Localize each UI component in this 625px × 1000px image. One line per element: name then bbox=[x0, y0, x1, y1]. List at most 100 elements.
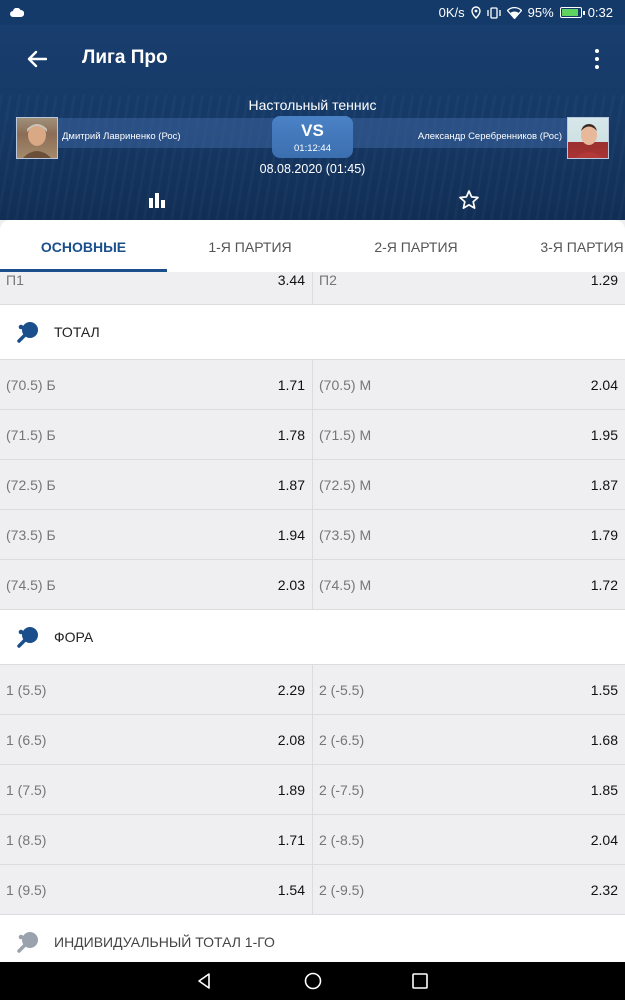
odds-cell[interactable]: (74.5) Б 2.03 bbox=[0, 560, 312, 609]
tab-set-2[interactable]: 2-Я ПАРТИЯ bbox=[333, 220, 499, 272]
nav-home-icon[interactable] bbox=[303, 971, 323, 991]
odds-cell[interactable]: (71.5) Б 1.78 bbox=[0, 410, 312, 459]
odds-label: 1 (5.5) bbox=[6, 681, 47, 698]
odds-row: 1 (9.5) 1.54 2 (-9.5) 2.32 bbox=[0, 865, 625, 915]
odds-cell[interactable]: 1 (6.5) 2.08 bbox=[0, 715, 312, 764]
page-title: Лига Про bbox=[82, 47, 168, 68]
odds-label: (72.5) Б bbox=[6, 476, 56, 493]
location-icon bbox=[470, 6, 481, 19]
odds-value: 1.94 bbox=[277, 526, 305, 543]
odds-value: 2.08 bbox=[277, 731, 305, 748]
nav-back-icon[interactable] bbox=[195, 971, 215, 991]
odds-cell[interactable]: (70.5) Б 1.71 bbox=[0, 360, 312, 409]
odds-label: (71.5) Б bbox=[6, 426, 56, 443]
match-timer: 01:12:44 bbox=[294, 143, 331, 154]
vibrate-icon bbox=[487, 6, 501, 19]
more-vert-icon[interactable] bbox=[591, 47, 603, 71]
odds-value: 2.04 bbox=[590, 831, 618, 848]
odds-cell[interactable]: (71.5) М 1.95 bbox=[312, 410, 625, 459]
market-section-header[interactable]: ФОРА bbox=[0, 610, 625, 665]
odds-value: 2.29 bbox=[277, 681, 305, 698]
odds-label: 1 (6.5) bbox=[6, 731, 47, 748]
market-section-header[interactable]: ИНДИВИДУАЛЬНЫЙ ТОТАЛ 1-ГО bbox=[0, 915, 625, 962]
battery-percent: 95% bbox=[527, 5, 554, 20]
tab-set-1[interactable]: 1-Я ПАРТИЯ bbox=[167, 220, 333, 272]
odds-row: (71.5) Б 1.78 (71.5) М 1.95 bbox=[0, 410, 625, 460]
odds-value: 1.87 bbox=[590, 476, 618, 493]
market-tabs: ОСНОВНЫЕ 1-Я ПАРТИЯ 2-Я ПАРТИЯ 3-Я ПАРТИ… bbox=[0, 220, 625, 272]
nav-recents-icon[interactable] bbox=[410, 971, 430, 991]
odds-row: 1 (5.5) 2.29 2 (-5.5) 1.55 bbox=[0, 665, 625, 715]
odds-cell[interactable]: 2 (-7.5) 1.85 bbox=[312, 765, 625, 814]
market-section-title: ФОРА bbox=[54, 629, 94, 645]
table-tennis-icon bbox=[17, 322, 38, 343]
odds-value: 1.87 bbox=[277, 476, 305, 493]
odds-cell[interactable]: (73.5) Б 1.94 bbox=[0, 510, 312, 559]
market-section-title: ИНДИВИДУАЛЬНЫЙ ТОТАЛ 1-ГО bbox=[54, 934, 275, 950]
odds-value: 3.44 bbox=[277, 272, 305, 288]
markets-list: П1 3.44 П2 1.29 ТОТАЛ (70.5) Б 1.71 (70.5) … bbox=[0, 272, 625, 962]
odds-row: (73.5) Б 1.94 (73.5) М 1.79 bbox=[0, 510, 625, 560]
odds-cell[interactable]: (70.5) М 2.04 bbox=[312, 360, 625, 409]
odds-cell[interactable]: П2 1.29 bbox=[312, 272, 625, 304]
odds-value: 1.95 bbox=[590, 426, 618, 443]
system-nav-bar bbox=[0, 962, 625, 1000]
odds-label: П1 bbox=[6, 272, 24, 288]
vs-badge: VS 01:12:44 bbox=[272, 116, 353, 158]
odds-value: 1.55 bbox=[590, 681, 618, 698]
odds-cell[interactable]: 2 (-9.5) 2.32 bbox=[312, 865, 625, 914]
odds-label: П2 bbox=[319, 272, 337, 288]
odds-label: 2 (-5.5) bbox=[319, 681, 365, 698]
odds-value: 2.03 bbox=[277, 576, 305, 593]
status-bar: 0K/s 95% 0:32 bbox=[0, 0, 625, 25]
market-section-header[interactable]: ТОТАЛ bbox=[0, 305, 625, 360]
odds-value: 1.71 bbox=[277, 831, 305, 848]
odds-value: 1.68 bbox=[590, 731, 618, 748]
odds-cell[interactable]: (73.5) М 1.79 bbox=[312, 510, 625, 559]
network-speed: 0K/s bbox=[438, 5, 465, 20]
sport-name: Настольный теннис bbox=[248, 97, 377, 113]
player1-avatar[interactable] bbox=[16, 117, 58, 159]
statistics-icon[interactable] bbox=[145, 188, 169, 212]
clock: 0:32 bbox=[587, 5, 613, 20]
odds-cell[interactable]: 1 (9.5) 1.54 bbox=[0, 865, 312, 914]
odds-row: (74.5) Б 2.03 (74.5) М 1.72 bbox=[0, 560, 625, 610]
star-outline-icon[interactable] bbox=[457, 188, 481, 212]
odds-row: (70.5) Б 1.71 (70.5) М 2.04 bbox=[0, 360, 625, 410]
tab-main[interactable]: ОСНОВНЫЕ bbox=[0, 220, 167, 272]
odds-cell[interactable]: (72.5) М 1.87 bbox=[312, 460, 625, 509]
player1-name: Дмитрий Лавриненко (Рос) bbox=[62, 131, 181, 142]
odds-label: (71.5) М bbox=[319, 426, 372, 443]
odds-cell[interactable]: 2 (-5.5) 1.55 bbox=[312, 665, 625, 714]
odds-cell[interactable]: 2 (-6.5) 1.68 bbox=[312, 715, 625, 764]
match-header: Лига Про Настольный теннис Дмитрий Лаври… bbox=[0, 25, 625, 220]
odds-label: (70.5) Б bbox=[6, 376, 56, 393]
odds-label: (73.5) М bbox=[319, 526, 372, 543]
table-tennis-icon bbox=[17, 627, 38, 648]
odds-cell[interactable]: 2 (-8.5) 2.04 bbox=[312, 815, 625, 864]
wifi-icon bbox=[506, 6, 522, 19]
market-section-title: ТОТАЛ bbox=[54, 324, 100, 340]
odds-cell[interactable]: 1 (8.5) 1.71 bbox=[0, 815, 312, 864]
odds-label: (74.5) Б bbox=[6, 576, 56, 593]
odds-cell[interactable]: (74.5) М 1.72 bbox=[312, 560, 625, 609]
odds-value: 1.85 bbox=[590, 781, 618, 798]
back-button[interactable] bbox=[20, 45, 54, 73]
odds-value: 1.71 bbox=[277, 376, 305, 393]
odds-label: 1 (7.5) bbox=[6, 781, 47, 798]
odds-value: 1.79 bbox=[590, 526, 618, 543]
odds-label: 2 (-7.5) bbox=[319, 781, 365, 798]
odds-cell[interactable]: (72.5) Б 1.87 bbox=[0, 460, 312, 509]
player2-name: Александр Серебренников (Рос) bbox=[417, 131, 562, 142]
odds-cell[interactable]: П1 3.44 bbox=[0, 272, 312, 304]
odds-value: 1.72 bbox=[590, 576, 618, 593]
odds-label: 1 (9.5) bbox=[6, 881, 47, 898]
odds-cell[interactable]: 1 (7.5) 1.89 bbox=[0, 765, 312, 814]
odds-value: 2.32 bbox=[590, 881, 618, 898]
tab-set-3[interactable]: 3-Я ПАРТИЯ bbox=[499, 220, 625, 272]
odds-label: (74.5) М bbox=[319, 576, 372, 593]
odds-value: 1.78 bbox=[277, 426, 305, 443]
odds-cell[interactable]: 1 (5.5) 2.29 bbox=[0, 665, 312, 714]
player2-avatar[interactable] bbox=[567, 117, 609, 159]
odds-label: (72.5) М bbox=[319, 476, 372, 493]
